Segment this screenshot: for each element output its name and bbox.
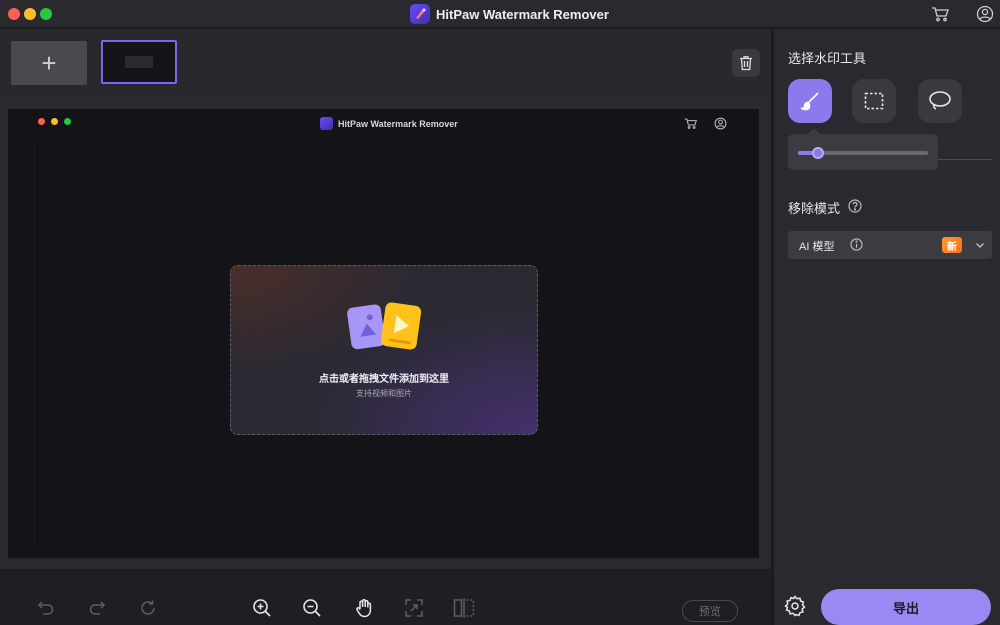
minimize-window-button[interactable] [24,8,36,20]
inner-logo-icon [320,117,333,130]
lasso-tool-button[interactable] [918,79,962,123]
canvas-area: HitPaw Watermark Remover 点击或者拖拽文件添加到这里 支… [0,93,771,568]
media-strip: + [0,29,771,93]
rectangle-tool-button[interactable] [852,79,896,123]
user-circle-icon[interactable] [975,4,995,24]
remove-mode-value: AI 模型 [799,241,835,253]
media-thumbnail[interactable] [101,40,177,84]
hand-pan-icon[interactable] [353,597,375,619]
media-files-icon [347,302,422,350]
compare-icon[interactable] [453,597,475,619]
brush-size-popover [788,128,938,170]
select-tool-heading: 选择水印工具 [788,51,867,66]
info-icon[interactable] [850,238,863,251]
trash-icon [740,56,752,71]
inner-app-title-text: HitPaw Watermark Remover [338,118,458,129]
thumbnail-preview [125,56,153,68]
lasso-icon [929,91,951,110]
canvas[interactable]: HitPaw Watermark Remover 点击或者拖拽文件添加到这里 支… [8,109,759,558]
export-button[interactable]: 导出 [821,589,991,625]
app-title-text: HitPaw Watermark Remover [436,6,609,22]
title-bar: HitPaw Watermark Remover [0,0,1000,28]
zoom-out-icon[interactable] [301,597,323,619]
redo-icon[interactable] [86,597,108,619]
inner-close-dot [38,118,45,125]
inner-app-title: HitPaw Watermark Remover [320,117,458,130]
brush-tool-button[interactable] [788,79,832,123]
brush-icon [800,92,819,111]
app-logo-icon [410,4,430,24]
editor-panel: + HitPaw Watermark Remover 点击或者拖拽文件添加到这里… [0,29,771,625]
maximize-window-button[interactable] [40,8,52,20]
remove-mode-heading: 移除模式 [788,201,841,216]
delete-button[interactable] [732,49,760,77]
remove-mode-select[interactable]: AI 模型 新 [788,231,992,259]
inner-divider [34,139,35,549]
fit-screen-icon[interactable] [403,597,425,619]
new-badge: 新 [942,237,962,253]
close-window-button[interactable] [8,8,20,20]
inner-user-icon [714,117,727,130]
preview-button[interactable]: 预览 [682,600,738,622]
divider [938,159,992,160]
gear-icon[interactable] [784,595,806,617]
drop-zone-title: 点击或者拖拽文件添加到这里 [319,374,449,385]
add-media-button[interactable]: + [11,41,87,85]
inner-minimize-dot [51,118,58,125]
brush-size-handle[interactable] [811,147,824,159]
chevron-down-icon [976,243,984,248]
cart-icon[interactable] [930,4,950,24]
zoom-in-icon[interactable] [251,597,273,619]
rectangle-select-icon [864,92,884,110]
help-icon[interactable] [848,199,862,213]
tool-panel: 选择水印工具 移除模式 AI 模型 新 导出 [774,29,1000,625]
inner-cart-icon [684,118,697,129]
bottom-toolbar: 预览 [0,568,771,625]
inner-maximize-dot [64,118,71,125]
undo-icon[interactable] [35,597,57,619]
reset-icon[interactable] [137,597,159,619]
app-title: HitPaw Watermark Remover [410,4,609,24]
brush-size-slider[interactable] [798,147,928,159]
drop-zone[interactable]: 点击或者拖拽文件添加到这里 支持视频和图片 [230,265,538,435]
drop-zone-subtitle: 支持视频和图片 [356,389,412,398]
